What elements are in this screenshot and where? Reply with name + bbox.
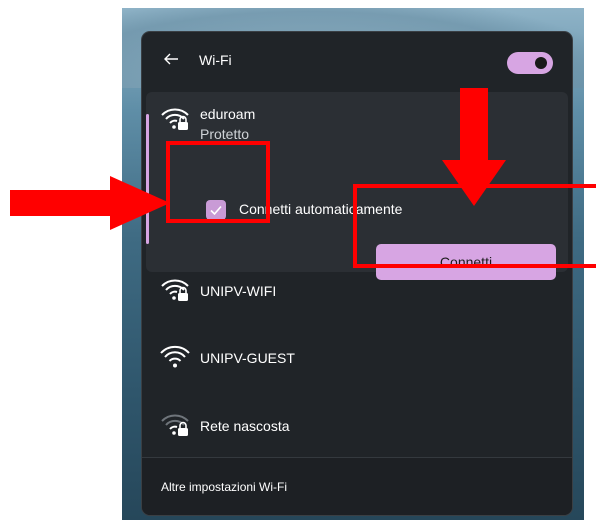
network-item-hidden[interactable]: Rete nascosta bbox=[142, 396, 572, 454]
panel-title: Wi-Fi bbox=[199, 52, 232, 68]
wifi-secured-icon bbox=[161, 108, 189, 130]
back-arrow-icon[interactable] bbox=[162, 50, 180, 68]
panel-footer: Altre impostazioni Wi-Fi bbox=[142, 457, 572, 515]
wifi-secured-icon bbox=[161, 279, 189, 301]
annotation-arrow-right bbox=[10, 176, 170, 230]
annotation-arrow-down bbox=[442, 88, 506, 206]
toggle-knob bbox=[535, 57, 547, 69]
wifi-icon bbox=[160, 345, 190, 368]
network-name: Rete nascosta bbox=[200, 418, 290, 434]
network-name: UNIPV-WIFI bbox=[200, 283, 277, 299]
wifi-weak-secured-icon bbox=[161, 414, 189, 436]
network-status: Protetto bbox=[200, 126, 250, 142]
network-item-unipv-guest[interactable]: UNIPV-GUEST bbox=[142, 328, 572, 386]
annotation-highlight-checkbox bbox=[166, 141, 270, 223]
panel-header: Wi-Fi bbox=[142, 32, 572, 90]
network-item-unipv-wifi[interactable]: UNIPV-WIFI bbox=[142, 261, 572, 319]
wifi-panel: Wi-Fi eduroam Protetto Connetti automati… bbox=[142, 32, 572, 515]
more-wifi-settings-link[interactable]: Altre impostazioni Wi-Fi bbox=[161, 480, 287, 494]
wifi-toggle[interactable] bbox=[507, 52, 553, 74]
network-name: UNIPV-GUEST bbox=[200, 350, 295, 366]
network-name: eduroam bbox=[200, 106, 256, 122]
